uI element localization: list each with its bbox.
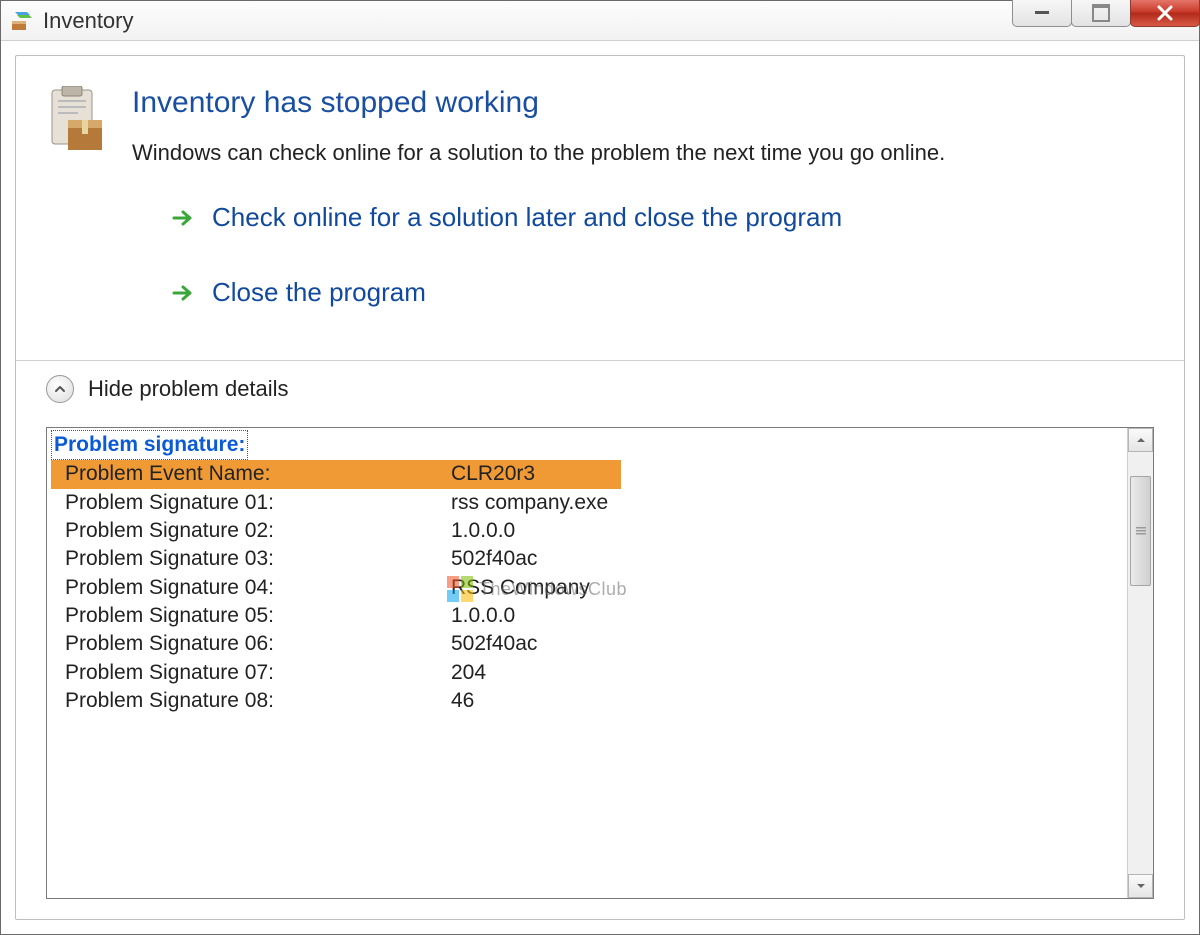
arrow-right-icon: [172, 282, 194, 304]
problem-signature-header: Problem signature:: [51, 430, 248, 460]
minimize-button[interactable]: [1012, 0, 1072, 27]
problem-row: Problem Signature 03:502f40ac: [51, 545, 1123, 573]
header-row: Inventory has stopped working Windows ca…: [46, 86, 1154, 352]
problem-row-label: Problem Signature 02:: [51, 517, 451, 545]
option-close-program[interactable]: Close the program: [172, 277, 1154, 308]
problem-row-value: 46: [451, 687, 1123, 715]
scroll-up-button[interactable]: [1128, 428, 1153, 452]
problem-details-box: Problem signature: Problem Event Name:CL…: [46, 427, 1154, 899]
problem-row: Problem Signature 04:RSS Company: [51, 574, 1123, 602]
maximize-button[interactable]: [1071, 0, 1131, 27]
problem-row: Problem Signature 06:502f40ac: [51, 630, 1123, 658]
dialog-heading: Inventory has stopped working: [132, 86, 1154, 120]
problem-row-value: rss company.exe: [451, 489, 1123, 517]
problem-row-value: 204: [451, 659, 1123, 687]
problem-row-label: Problem Signature 06:: [51, 630, 451, 658]
window-title: Inventory: [43, 8, 134, 34]
content-panel: Inventory has stopped working Windows ca…: [15, 55, 1185, 920]
arrow-right-icon: [172, 207, 194, 229]
problem-row-value: CLR20r3: [451, 460, 621, 488]
clipboard-box-icon: [46, 86, 106, 156]
app-icon: [9, 9, 33, 33]
problem-row: Problem Signature 02:1.0.0.0: [51, 517, 1123, 545]
separator: [16, 360, 1184, 361]
close-button[interactable]: [1130, 0, 1200, 27]
problem-row-value: 502f40ac: [451, 630, 1123, 658]
problem-row-value: 1.0.0.0: [451, 517, 1123, 545]
chevron-up-icon: [46, 375, 74, 403]
option-check-online[interactable]: Check online for a solution later and cl…: [172, 202, 1154, 233]
window-controls: [1013, 0, 1200, 27]
error-dialog-window: Inventory: [0, 0, 1200, 935]
problem-row-value: RSS Company: [451, 574, 1123, 602]
details-toggle-label: Hide problem details: [88, 376, 289, 402]
hide-details-toggle[interactable]: Hide problem details: [46, 375, 1154, 403]
problem-row-label: Problem Signature 01:: [51, 489, 451, 517]
problem-row-value: 502f40ac: [451, 545, 1123, 573]
problem-row: Problem Signature 08:46: [51, 687, 1123, 715]
problem-row: Problem Event Name:CLR20r3: [51, 460, 621, 488]
problem-row-value: 1.0.0.0: [451, 602, 1123, 630]
scroll-down-button[interactable]: [1128, 874, 1153, 898]
problem-row-label: Problem Event Name:: [51, 460, 451, 488]
problem-row: Problem Signature 01:rss company.exe: [51, 489, 1123, 517]
option-label: Close the program: [212, 277, 426, 308]
titlebar: Inventory: [1, 1, 1199, 41]
scrollbar[interactable]: [1127, 428, 1153, 898]
problem-row: Problem Signature 07:204: [51, 659, 1123, 687]
problem-row: Problem Signature 05:1.0.0.0: [51, 602, 1123, 630]
dialog-body: Inventory has stopped working Windows ca…: [1, 41, 1199, 934]
scroll-thumb[interactable]: [1130, 476, 1151, 586]
close-icon: [1156, 4, 1174, 22]
scroll-track[interactable]: [1128, 452, 1153, 874]
problem-row-label: Problem Signature 07:: [51, 659, 451, 687]
problem-row-label: Problem Signature 08:: [51, 687, 451, 715]
problem-row-label: Problem Signature 03:: [51, 545, 451, 573]
problem-row-label: Problem Signature 04:: [51, 574, 451, 602]
option-label: Check online for a solution later and cl…: [212, 202, 842, 233]
problem-details-content: Problem signature: Problem Event Name:CL…: [47, 428, 1127, 898]
dialog-subtext: Windows can check online for a solution …: [132, 140, 1154, 166]
problem-row-label: Problem Signature 05:: [51, 602, 451, 630]
